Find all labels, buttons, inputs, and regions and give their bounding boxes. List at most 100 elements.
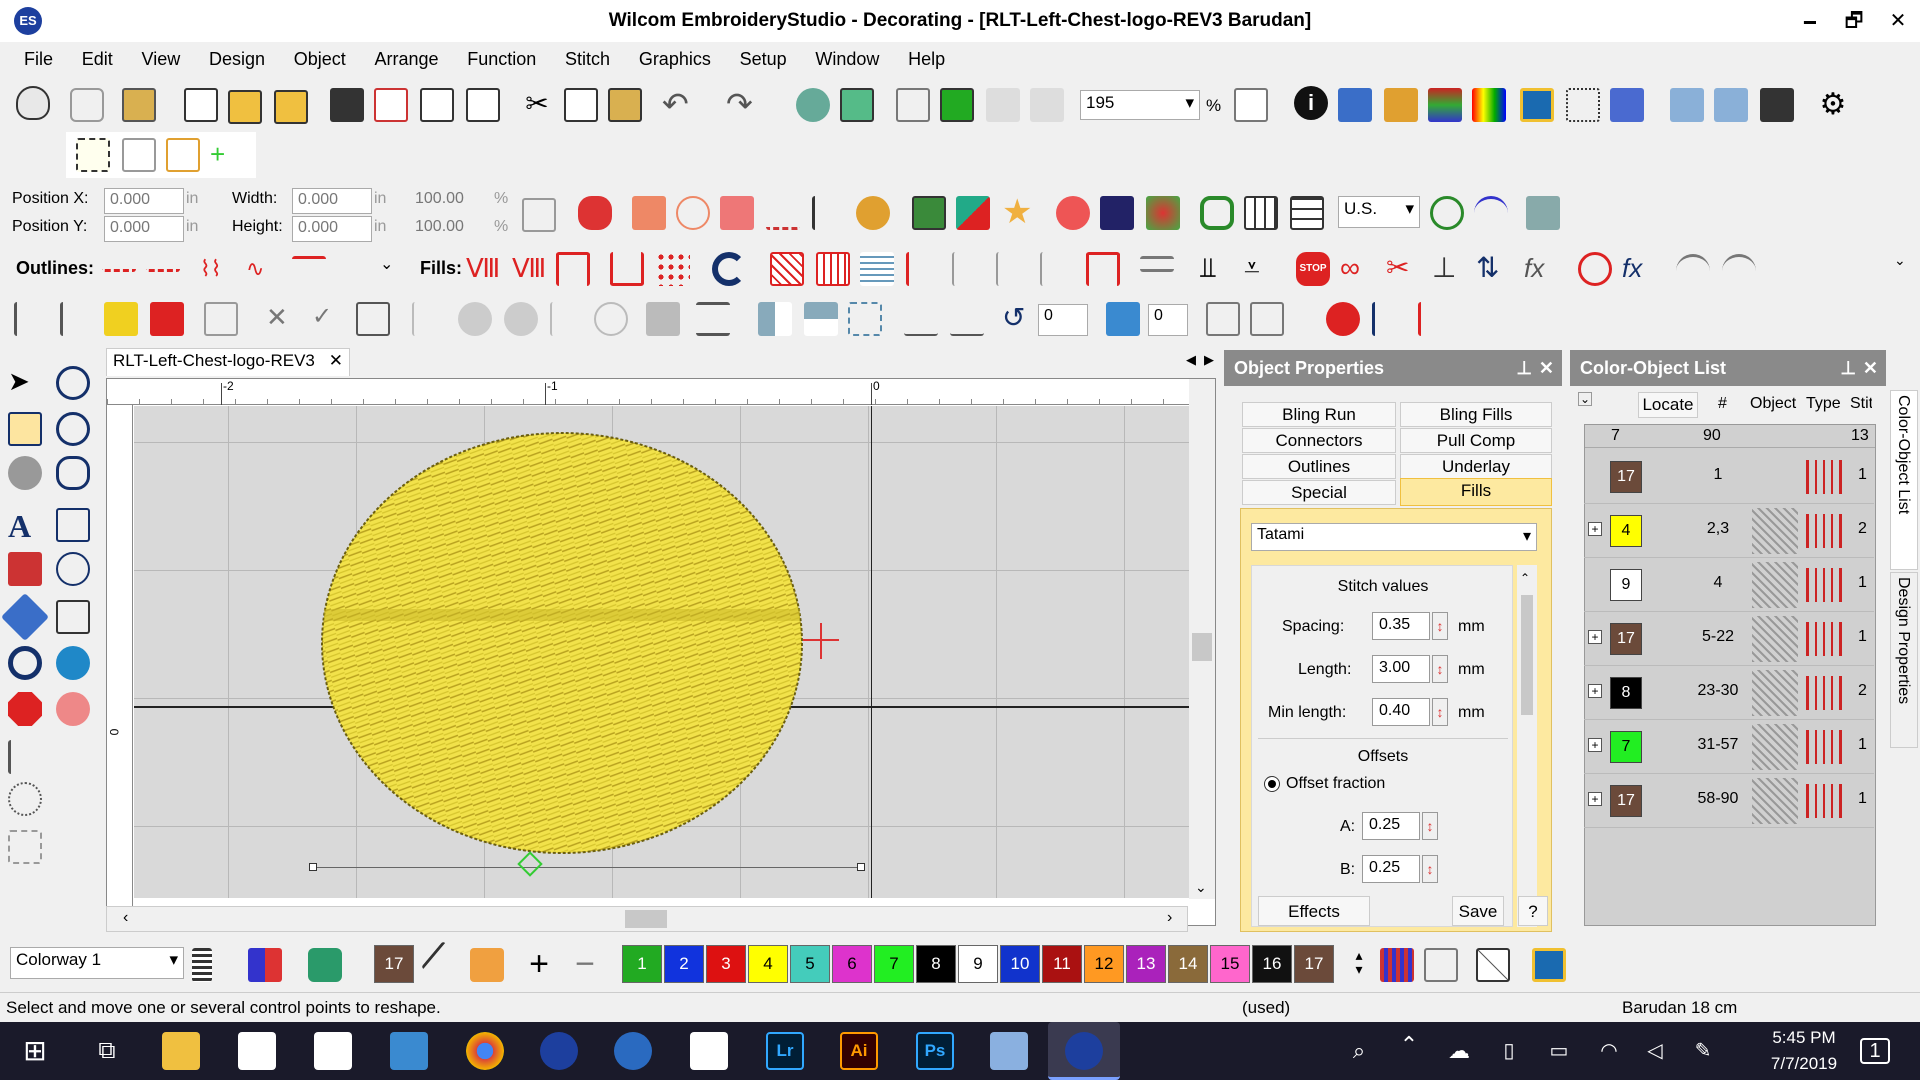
wifi-icon[interactable]: ◠: [1590, 1032, 1628, 1070]
show-all-icon[interactable]: [1476, 948, 1510, 982]
menu-graphics[interactable]: Graphics: [627, 42, 723, 76]
stop-hexagon-icon[interactable]: [8, 692, 42, 726]
remote-desktop-icon[interactable]: [390, 1032, 428, 1070]
break-apart-icon[interactable]: ✕: [266, 302, 300, 336]
reshape-cross-v[interactable]: [820, 623, 822, 659]
clock-date[interactable]: 7/7/2019: [1744, 1054, 1864, 1074]
info-icon[interactable]: i: [1294, 86, 1328, 120]
zoom-select[interactable]: 195 ▾: [1080, 90, 1200, 120]
palette-swatch[interactable]: 4: [748, 945, 788, 983]
palette-swatch[interactable]: 2: [664, 945, 704, 983]
function-edit-icon[interactable]: fx: [1622, 252, 1656, 286]
tatami-type-icon[interactable]: Ⅷ: [512, 252, 546, 286]
balls-icon[interactable]: [1146, 196, 1180, 230]
tab-bling-fills[interactable]: Bling Fills: [1400, 402, 1552, 427]
trim-check-icon[interactable]: ✓: [312, 302, 346, 336]
tab-scroll-right-icon[interactable]: ▶: [1204, 352, 1214, 368]
pen-red-icon[interactable]: [1418, 302, 1452, 336]
clock-time[interactable]: 5:45 PM: [1744, 1028, 1864, 1048]
current-color-swatch[interactable]: 17: [374, 945, 414, 983]
row-color-swatch[interactable]: 8: [1610, 677, 1642, 709]
photoshop-icon[interactable]: Ps: [916, 1032, 954, 1070]
save-as-icon[interactable]: [1760, 88, 1794, 122]
color-object-row[interactable]: +8 23-30 2: [1584, 666, 1874, 720]
min-length-field[interactable]: 0.40: [1372, 698, 1430, 726]
new-file-icon[interactable]: [184, 88, 218, 122]
add-point-icon[interactable]: +: [210, 138, 244, 172]
point-icon[interactable]: [8, 782, 42, 816]
restore-button[interactable]: 🗗: [1834, 6, 1874, 36]
webex-icon[interactable]: [614, 1032, 652, 1070]
menu-edit[interactable]: Edit: [70, 42, 125, 76]
trace-icon[interactable]: [8, 456, 42, 490]
lightroom-icon[interactable]: Lr: [766, 1032, 804, 1070]
offset-fraction-radio[interactable]: [1264, 776, 1280, 792]
add-color-icon[interactable]: +: [522, 947, 556, 982]
cut-icon[interactable]: ✂: [520, 88, 554, 122]
knife-icon[interactable]: [14, 302, 48, 336]
locate-button[interactable]: Locate: [1638, 392, 1698, 418]
color-palette-icon[interactable]: [1338, 88, 1372, 122]
row-color-swatch[interactable]: 17: [1610, 461, 1642, 493]
tab-underlay[interactable]: Underlay: [1400, 454, 1552, 479]
e-stitch-icon[interactable]: [610, 252, 644, 286]
effects-button[interactable]: Effects: [1258, 896, 1370, 926]
remove-color-icon[interactable]: −: [568, 947, 602, 982]
menu-help[interactable]: Help: [896, 42, 957, 76]
remove-overlap-icon[interactable]: [204, 302, 238, 336]
settings-gear-icon[interactable]: ⚙: [1816, 88, 1850, 122]
branching-icon[interactable]: [150, 302, 184, 336]
select-arrow-icon[interactable]: ➤: [8, 366, 42, 400]
menu-stitch[interactable]: Stitch: [553, 42, 622, 76]
hide-color-icon[interactable]: [1424, 948, 1458, 982]
color-object-row[interactable]: +17 5-22 1: [1584, 612, 1874, 666]
run-outline-icon[interactable]: [102, 252, 136, 272]
palette-swatch[interactable]: 8: [916, 945, 956, 983]
vertical-scroll-thumb[interactable]: [1192, 633, 1212, 661]
offset-b-spinner-icon[interactable]: ↕: [1422, 855, 1438, 883]
gauge-icon[interactable]: [1676, 254, 1710, 288]
fill-type-select[interactable]: Tatami ▾: [1251, 523, 1537, 551]
palette-swatch[interactable]: 14: [1168, 945, 1208, 983]
satin-type-icon[interactable]: Ⅷ: [466, 252, 500, 286]
pen-workspace-icon[interactable]: ✎: [1684, 1032, 1722, 1070]
back-stitch-icon[interactable]: [1086, 252, 1120, 286]
triple-run-icon[interactable]: [146, 252, 180, 272]
open-folder-icon[interactable]: [228, 90, 262, 124]
sewing-icon[interactable]: [1526, 196, 1560, 230]
row-color-swatch[interactable]: 17: [1610, 785, 1642, 817]
menu-file[interactable]: File: [12, 42, 65, 76]
skew2-icon[interactable]: [950, 302, 984, 336]
paste-icon[interactable]: [608, 88, 642, 122]
monogram-icon[interactable]: [0, 592, 50, 642]
rectangle-icon[interactable]: [56, 508, 90, 542]
skew-angle-icon[interactable]: [1106, 302, 1140, 336]
pin-icon[interactable]: ⊥: [1840, 358, 1856, 379]
send-machine-icon[interactable]: [840, 88, 874, 122]
target-icon[interactable]: [8, 646, 42, 680]
people-icon[interactable]: ⌕: [1340, 1032, 1378, 1070]
hoop-icon[interactable]: [1520, 88, 1554, 122]
digitize-curve-icon[interactable]: [56, 366, 90, 400]
tab-scroll-left-icon[interactable]: ◀: [1186, 352, 1196, 368]
palette-swatch[interactable]: 17: [1294, 945, 1334, 983]
hand-icon[interactable]: [70, 88, 104, 122]
export-icon[interactable]: [374, 88, 408, 122]
balloon-icon[interactable]: [16, 86, 50, 120]
angle-icon[interactable]: [166, 138, 200, 172]
document-tab[interactable]: RLT-Left-Chest-logo-REV3 ✕: [106, 348, 350, 376]
print-icon[interactable]: [420, 88, 454, 122]
color-film-icon[interactable]: [1428, 88, 1462, 122]
skew-angle-field[interactable]: 0: [1148, 304, 1188, 336]
mirror-h-icon[interactable]: [758, 302, 792, 336]
frame-icon[interactable]: [8, 830, 42, 864]
menu-design[interactable]: Design: [197, 42, 277, 76]
team-names-tool-icon[interactable]: [8, 552, 42, 586]
auto-height-icon[interactable]: ⇅: [1476, 252, 1510, 286]
applique-icon[interactable]: [104, 302, 138, 336]
menu-window[interactable]: Window: [803, 42, 891, 76]
close-tab-icon[interactable]: ✕: [329, 349, 343, 373]
color-object-row[interactable]: +17 58-90 1: [1584, 774, 1874, 828]
satin-fill-icon[interactable]: [578, 196, 612, 230]
trapunto-icon[interactable]: [1040, 252, 1074, 286]
